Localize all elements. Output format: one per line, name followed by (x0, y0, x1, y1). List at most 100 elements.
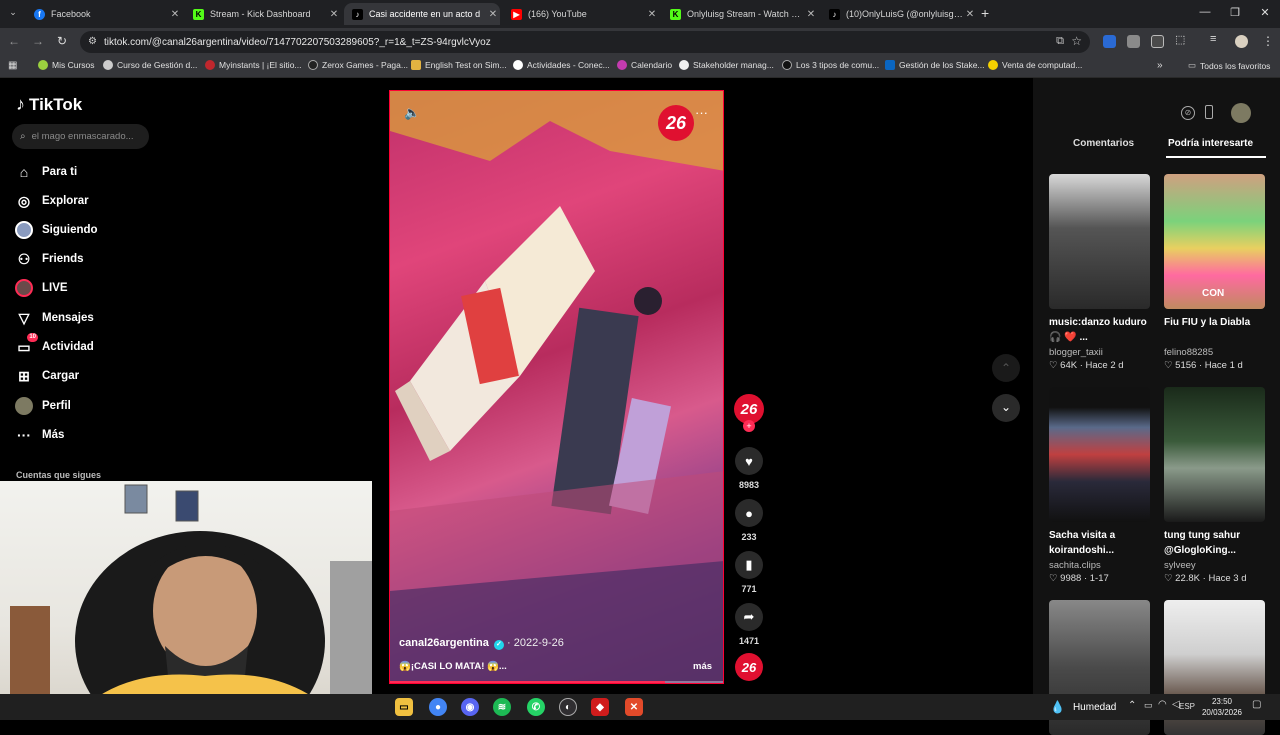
bookmark-item[interactable]: Curso de Gestión d... (103, 60, 197, 70)
bookmark-button[interactable]: ▮ 771 (719, 551, 779, 594)
recommended-video-card[interactable]: tung tung sahur @GlogloKing... sylveey ♡… (1164, 387, 1265, 584)
bookmark-star-icon[interactable]: ☆ (1071, 34, 1082, 48)
close-icon[interactable]: ✕ (486, 9, 500, 20)
like-button[interactable]: ♥ 8983 (719, 447, 779, 490)
close-icon[interactable]: ✕ (168, 9, 182, 20)
bookmark-item[interactable]: Mis Cursos (38, 60, 95, 70)
tab-youtube[interactable]: ▶ (166) YouTube ✕ (503, 3, 659, 25)
extension-icon[interactable] (1151, 35, 1164, 48)
compass-icon[interactable]: ⊘ (1181, 106, 1195, 120)
video-progress-bar[interactable] (390, 681, 723, 683)
tab-search-icon[interactable]: ⌄ (6, 7, 20, 21)
reload-icon[interactable]: ↻ (54, 34, 70, 48)
search-input[interactable]: ⌕ el mago enmascarado... (12, 124, 149, 149)
close-window-button[interactable]: ✕ (1250, 6, 1280, 19)
bookmark-item[interactable]: English Test on Sim... (411, 60, 507, 70)
back-icon[interactable]: ← (6, 34, 22, 48)
tab-facebook[interactable]: f Facebook ✕ (26, 3, 182, 25)
sidebar-item-cargar[interactable]: ⊞ Cargar (14, 366, 79, 386)
obs-icon[interactable]: ◐ (559, 698, 577, 716)
bookmark-item[interactable]: Calendario (617, 60, 672, 70)
all-favorites-folder[interactable]: ▭ Todos los favoritos (1188, 60, 1270, 71)
wifi-icon[interactable]: ◠ (1158, 699, 1167, 710)
address-bar[interactable]: ⚙ tiktok.com/@canal26argentina/video/714… (80, 31, 1090, 53)
bookmark-item[interactable]: Stakeholder manag... (679, 60, 774, 70)
video-author[interactable]: canal26argentina ✓ · 2022-9-26 (399, 637, 564, 650)
sidebar-item-perfil[interactable]: Perfil (14, 396, 71, 416)
spotify-icon[interactable]: ≋ (493, 698, 511, 716)
chevron-right-icon[interactable]: » (1157, 60, 1163, 71)
recommended-video-card[interactable]: Sacha visita a koirandoshi... sachita.cl… (1049, 387, 1150, 584)
tab-tiktok-profile[interactable]: ♪ (10)OnlyLuisG (@onlyluisg1) | ✕ (821, 3, 977, 25)
bookmark-item[interactable]: Venta de computad... (988, 60, 1082, 70)
bookmark-item[interactable]: Los 3 tipos de comu... (782, 60, 879, 70)
bookmark-item[interactable]: Myinstants | ¡El sitio... (205, 60, 302, 70)
more-options-icon[interactable]: ··· (695, 105, 708, 120)
apps-grid-icon[interactable]: ▦ (8, 60, 17, 71)
bookmark-favicon (885, 60, 895, 70)
app-icon[interactable]: ◆ (591, 698, 609, 716)
previous-video-button[interactable]: ⌃ (992, 354, 1020, 382)
forward-icon[interactable]: → (30, 34, 46, 48)
bookmark-item[interactable]: Actividades - Conec... (513, 60, 610, 70)
clock[interactable]: 23:50 20/03/2026 (1200, 696, 1244, 718)
browser-tab-bar: ⌄ f Facebook ✕ K Stream - Kick Dashboard… (0, 0, 1280, 28)
video-thumbnail (1164, 387, 1265, 522)
sidebar-item-mensajes[interactable]: ▽ Mensajes (14, 308, 94, 328)
extensions-puzzle-icon[interactable]: ⬚ (1175, 33, 1188, 46)
close-icon[interactable]: ✕ (804, 9, 818, 20)
avatar[interactable] (1231, 103, 1251, 123)
restore-button[interactable]: ❐ (1220, 6, 1250, 19)
close-icon[interactable]: ✕ (645, 9, 659, 20)
sidebar-item-live[interactable]: LIVE (14, 278, 68, 298)
site-info-icon[interactable]: ⚙ (88, 36, 97, 47)
caption-more-link[interactable]: más (693, 661, 712, 672)
extension-icon[interactable] (1127, 35, 1140, 48)
volume-icon[interactable]: 🔈 (404, 105, 420, 121)
reading-list-icon[interactable]: ≡ (1210, 33, 1223, 46)
bookmark-item[interactable]: Gestión de los Stake... (885, 60, 985, 70)
install-icon[interactable]: ⧉ (1056, 35, 1064, 48)
app-icon[interactable]: ✕ (625, 698, 643, 716)
menu-kebab-icon[interactable]: ⋮ (1262, 34, 1274, 48)
sidebar-item-friends[interactable]: ⚇ Friends (14, 249, 84, 269)
tab-kick-dashboard[interactable]: K Stream - Kick Dashboard ✕ (185, 3, 341, 25)
video-player[interactable]: 🔈 26 ··· canal26argentina ✓ · 2022-9-26 … (389, 90, 724, 684)
tab-kick-watch[interactable]: K Onlyluisg Stream - Watch Live ✕ (662, 3, 818, 25)
sidebar-item-actividad[interactable]: ▭ 10 Actividad (14, 333, 94, 357)
folder-icon: ▭ (1188, 60, 1197, 70)
chrome-icon[interactable]: ● (429, 698, 447, 716)
avatar[interactable] (1235, 35, 1248, 48)
minimize-button[interactable]: — (1190, 6, 1220, 18)
phone-icon[interactable] (1205, 105, 1213, 119)
share-button[interactable]: ➦ 1471 (719, 603, 779, 646)
next-video-button[interactable]: ⌄ (992, 394, 1020, 422)
bookmark-item[interactable]: Zerox Games - Paga... (308, 60, 408, 70)
close-icon[interactable]: ✕ (327, 9, 341, 20)
tab-podria-interesarte[interactable]: Podría interesarte (1168, 138, 1253, 149)
tray-chevron-icon[interactable]: ⌃ (1128, 700, 1136, 711)
close-icon[interactable]: ✕ (963, 9, 977, 20)
extension-icon[interactable] (1103, 35, 1116, 48)
notifications-icon[interactable]: ▢ (1252, 699, 1261, 710)
discord-icon[interactable]: ◉ (461, 698, 479, 716)
follow-plus-icon[interactable]: + (743, 420, 755, 432)
sidebar-item-para-ti[interactable]: ⌂ Para ti (14, 162, 77, 182)
new-tab-button[interactable]: + (981, 5, 989, 21)
tiktok-logo[interactable]: ♪ TikTok (16, 94, 82, 115)
tab-tiktok-video[interactable]: ♪ Casi accidente en un acto d ✕ (344, 3, 500, 25)
tab-comentarios[interactable]: Comentarios (1073, 138, 1134, 149)
recommended-video-card[interactable]: music:danzo kuduro🎧 ❤️ ... blogger_taxii… (1049, 174, 1150, 371)
recommended-video-card[interactable]: CON Fiu FIU y la Diabla felino88285 ♡ 51… (1164, 174, 1265, 371)
sidebar-item-mas[interactable]: ··· Más (14, 425, 64, 445)
network-icon[interactable]: ▭ (1144, 700, 1153, 711)
sidebar-item-siguiendo[interactable]: Siguiendo (14, 220, 98, 240)
share-count: 1471 (738, 636, 760, 646)
weather-widget[interactable]: 💧 Humedad (1050, 700, 1116, 714)
language-indicator[interactable]: ESP (1179, 702, 1195, 711)
comment-button[interactable]: ● 233 (719, 499, 779, 542)
whatsapp-icon[interactable]: ✆ (527, 698, 545, 716)
sound-disc[interactable]: 26 (735, 653, 763, 681)
sidebar-item-explorar[interactable]: ◎ Explorar (14, 191, 89, 211)
file-explorer-icon[interactable]: ▭ (395, 698, 413, 716)
